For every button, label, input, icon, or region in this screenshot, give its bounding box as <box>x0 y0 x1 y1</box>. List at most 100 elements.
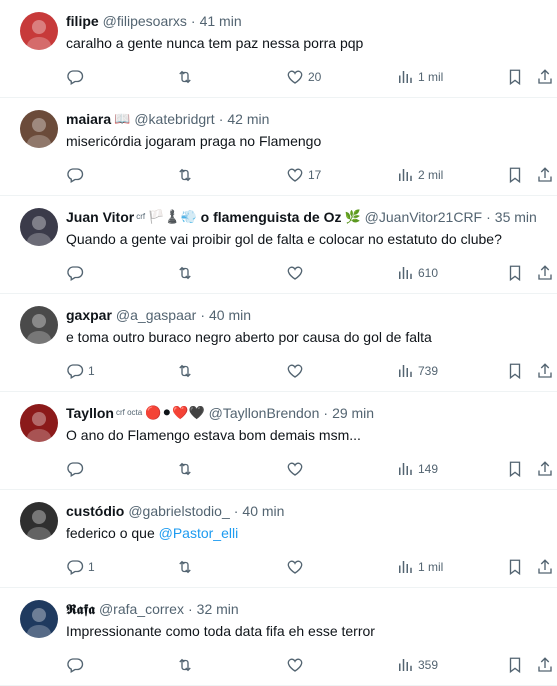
like-button[interactable] <box>286 263 304 283</box>
timestamp[interactable]: 35 min <box>495 206 537 228</box>
handle[interactable]: @gabrielstodio_ <box>128 500 229 522</box>
bookmark-button[interactable] <box>506 361 524 381</box>
views-button[interactable]: 1 mil <box>396 67 443 87</box>
like-count: 20 <box>308 70 322 84</box>
retweet-button[interactable] <box>176 361 194 381</box>
bookmark-button[interactable] <box>506 263 524 283</box>
name-emoji: 🏳️‍♟️💨 <box>148 209 197 224</box>
avatar[interactable] <box>20 600 58 638</box>
tweet-header: custódio @gabrielstodio_ · 40 min <box>66 500 543 522</box>
like-button[interactable] <box>286 361 304 381</box>
bookmark-icon <box>509 69 521 86</box>
retweet-button[interactable] <box>176 67 194 87</box>
avatar[interactable] <box>20 306 58 344</box>
tweet[interactable]: Juan Vitor crf 🏳️‍♟️💨 o flamenguista de … <box>0 196 557 294</box>
views-button[interactable]: 1 mil <box>396 557 443 577</box>
views-button[interactable]: 739 <box>396 361 438 381</box>
share-button[interactable] <box>536 165 554 185</box>
handle[interactable]: @JuanVitor21CRF <box>365 206 482 228</box>
avatar[interactable] <box>20 12 58 50</box>
reply-icon <box>67 658 84 673</box>
like-count: 17 <box>308 168 322 182</box>
reply-button[interactable] <box>66 655 84 675</box>
like-icon <box>287 658 303 672</box>
views-button[interactable]: 610 <box>396 263 438 283</box>
timestamp[interactable]: 32 min <box>197 598 239 620</box>
handle[interactable]: @a_gaspaar <box>116 304 196 326</box>
handle[interactable]: @rafa_correx <box>99 598 184 620</box>
timestamp[interactable]: 29 min <box>332 402 374 424</box>
bookmark-button[interactable] <box>506 459 524 479</box>
display-name[interactable]: custódio <box>66 500 124 522</box>
like-button[interactable]: 17 <box>286 165 321 185</box>
timestamp[interactable]: 40 min <box>209 304 251 326</box>
tweet[interactable]: maiara 📖 @katebridgrt · 42 min misericór… <box>0 98 557 196</box>
share-button[interactable] <box>536 67 554 87</box>
views-icon <box>399 365 412 377</box>
bookmark-button[interactable] <box>506 67 524 87</box>
tweet[interactable]: gaxpar @a_gaspaar · 40 min e toma outro … <box>0 294 557 392</box>
retweet-button[interactable] <box>176 459 194 479</box>
share-button[interactable] <box>536 655 554 675</box>
tweet[interactable]: 𝕽𝖆𝖋𝖆 @rafa_correx · 32 min Impressionant… <box>0 588 557 686</box>
share-button[interactable] <box>536 361 554 381</box>
like-button[interactable]: 20 <box>286 67 321 87</box>
bookmark-button[interactable] <box>506 557 524 577</box>
timestamp[interactable]: 40 min <box>242 500 284 522</box>
mention-link[interactable]: @Pastor_elli <box>159 525 239 541</box>
reply-button[interactable]: 1 <box>66 557 95 577</box>
separator: · <box>486 209 491 225</box>
share-button[interactable] <box>536 263 554 283</box>
avatar[interactable] <box>20 110 58 148</box>
action-bar: 1 1 mil <box>66 551 552 587</box>
share-button[interactable] <box>536 459 554 479</box>
retweet-button[interactable] <box>176 263 194 283</box>
handle[interactable]: @katebridgrt <box>134 108 214 130</box>
like-button[interactable] <box>286 655 304 675</box>
handle[interactable]: @filipesoarxs <box>103 10 187 32</box>
views-button[interactable]: 149 <box>396 459 438 479</box>
reply-button[interactable] <box>66 67 84 87</box>
display-name[interactable]: 𝕽𝖆𝖋𝖆 <box>66 598 95 620</box>
tweet-text-content: O ano do Flamengo estava bom demais msm.… <box>66 427 361 443</box>
tweet-text-content: Impressionante como toda data fifa eh es… <box>66 623 375 639</box>
like-button[interactable] <box>286 459 304 479</box>
reply-button[interactable] <box>66 459 84 479</box>
display-name[interactable]: Juan Vitor <box>66 206 134 228</box>
retweet-button[interactable] <box>176 655 194 675</box>
tweet[interactable]: filipe @filipesoarxs · 41 min caralho a … <box>0 0 557 98</box>
share-button[interactable] <box>536 557 554 577</box>
timestamp[interactable]: 42 min <box>227 108 269 130</box>
reply-icon <box>67 364 84 379</box>
reply-button[interactable]: 1 <box>66 361 95 381</box>
like-icon <box>287 364 303 378</box>
views-count: 149 <box>418 462 439 476</box>
timestamp[interactable]: 41 min <box>200 10 242 32</box>
display-name[interactable]: Tayllon <box>66 402 114 424</box>
bookmark-button[interactable] <box>506 655 524 675</box>
separator: · <box>233 503 239 519</box>
views-button[interactable]: 2 mil <box>396 165 443 185</box>
like-button[interactable] <box>286 557 304 577</box>
reply-button[interactable] <box>66 165 84 185</box>
handle[interactable]: @TayllonBrendon <box>209 402 320 424</box>
views-icon <box>399 169 412 181</box>
display-name[interactable]: filipe <box>66 10 99 32</box>
bookmark-button[interactable] <box>506 165 524 185</box>
avatar[interactable] <box>20 502 58 540</box>
reply-button[interactable] <box>66 263 84 283</box>
retweet-button[interactable] <box>176 165 194 185</box>
avatar[interactable] <box>20 404 58 442</box>
tweet-text: Quando a gente vai proibir gol de falta … <box>66 229 543 249</box>
tweet[interactable]: custódio @gabrielstodio_ · 40 min federi… <box>0 490 557 588</box>
tweet[interactable]: Tayllon crf octa 🔴⚫❤️🖤 @TayllonBrendon ·… <box>0 392 557 490</box>
display-name[interactable]: gaxpar <box>66 304 112 326</box>
avatar[interactable] <box>20 208 58 246</box>
bookmark-icon <box>509 363 521 380</box>
retweet-button[interactable] <box>176 557 194 577</box>
name-emoji: 📖 <box>114 111 131 126</box>
display-name[interactable]: maiara <box>66 108 111 130</box>
name-emoji: 🔴⚫❤️🖤 <box>145 405 205 420</box>
views-icon <box>399 267 412 279</box>
views-button[interactable]: 359 <box>396 655 438 675</box>
